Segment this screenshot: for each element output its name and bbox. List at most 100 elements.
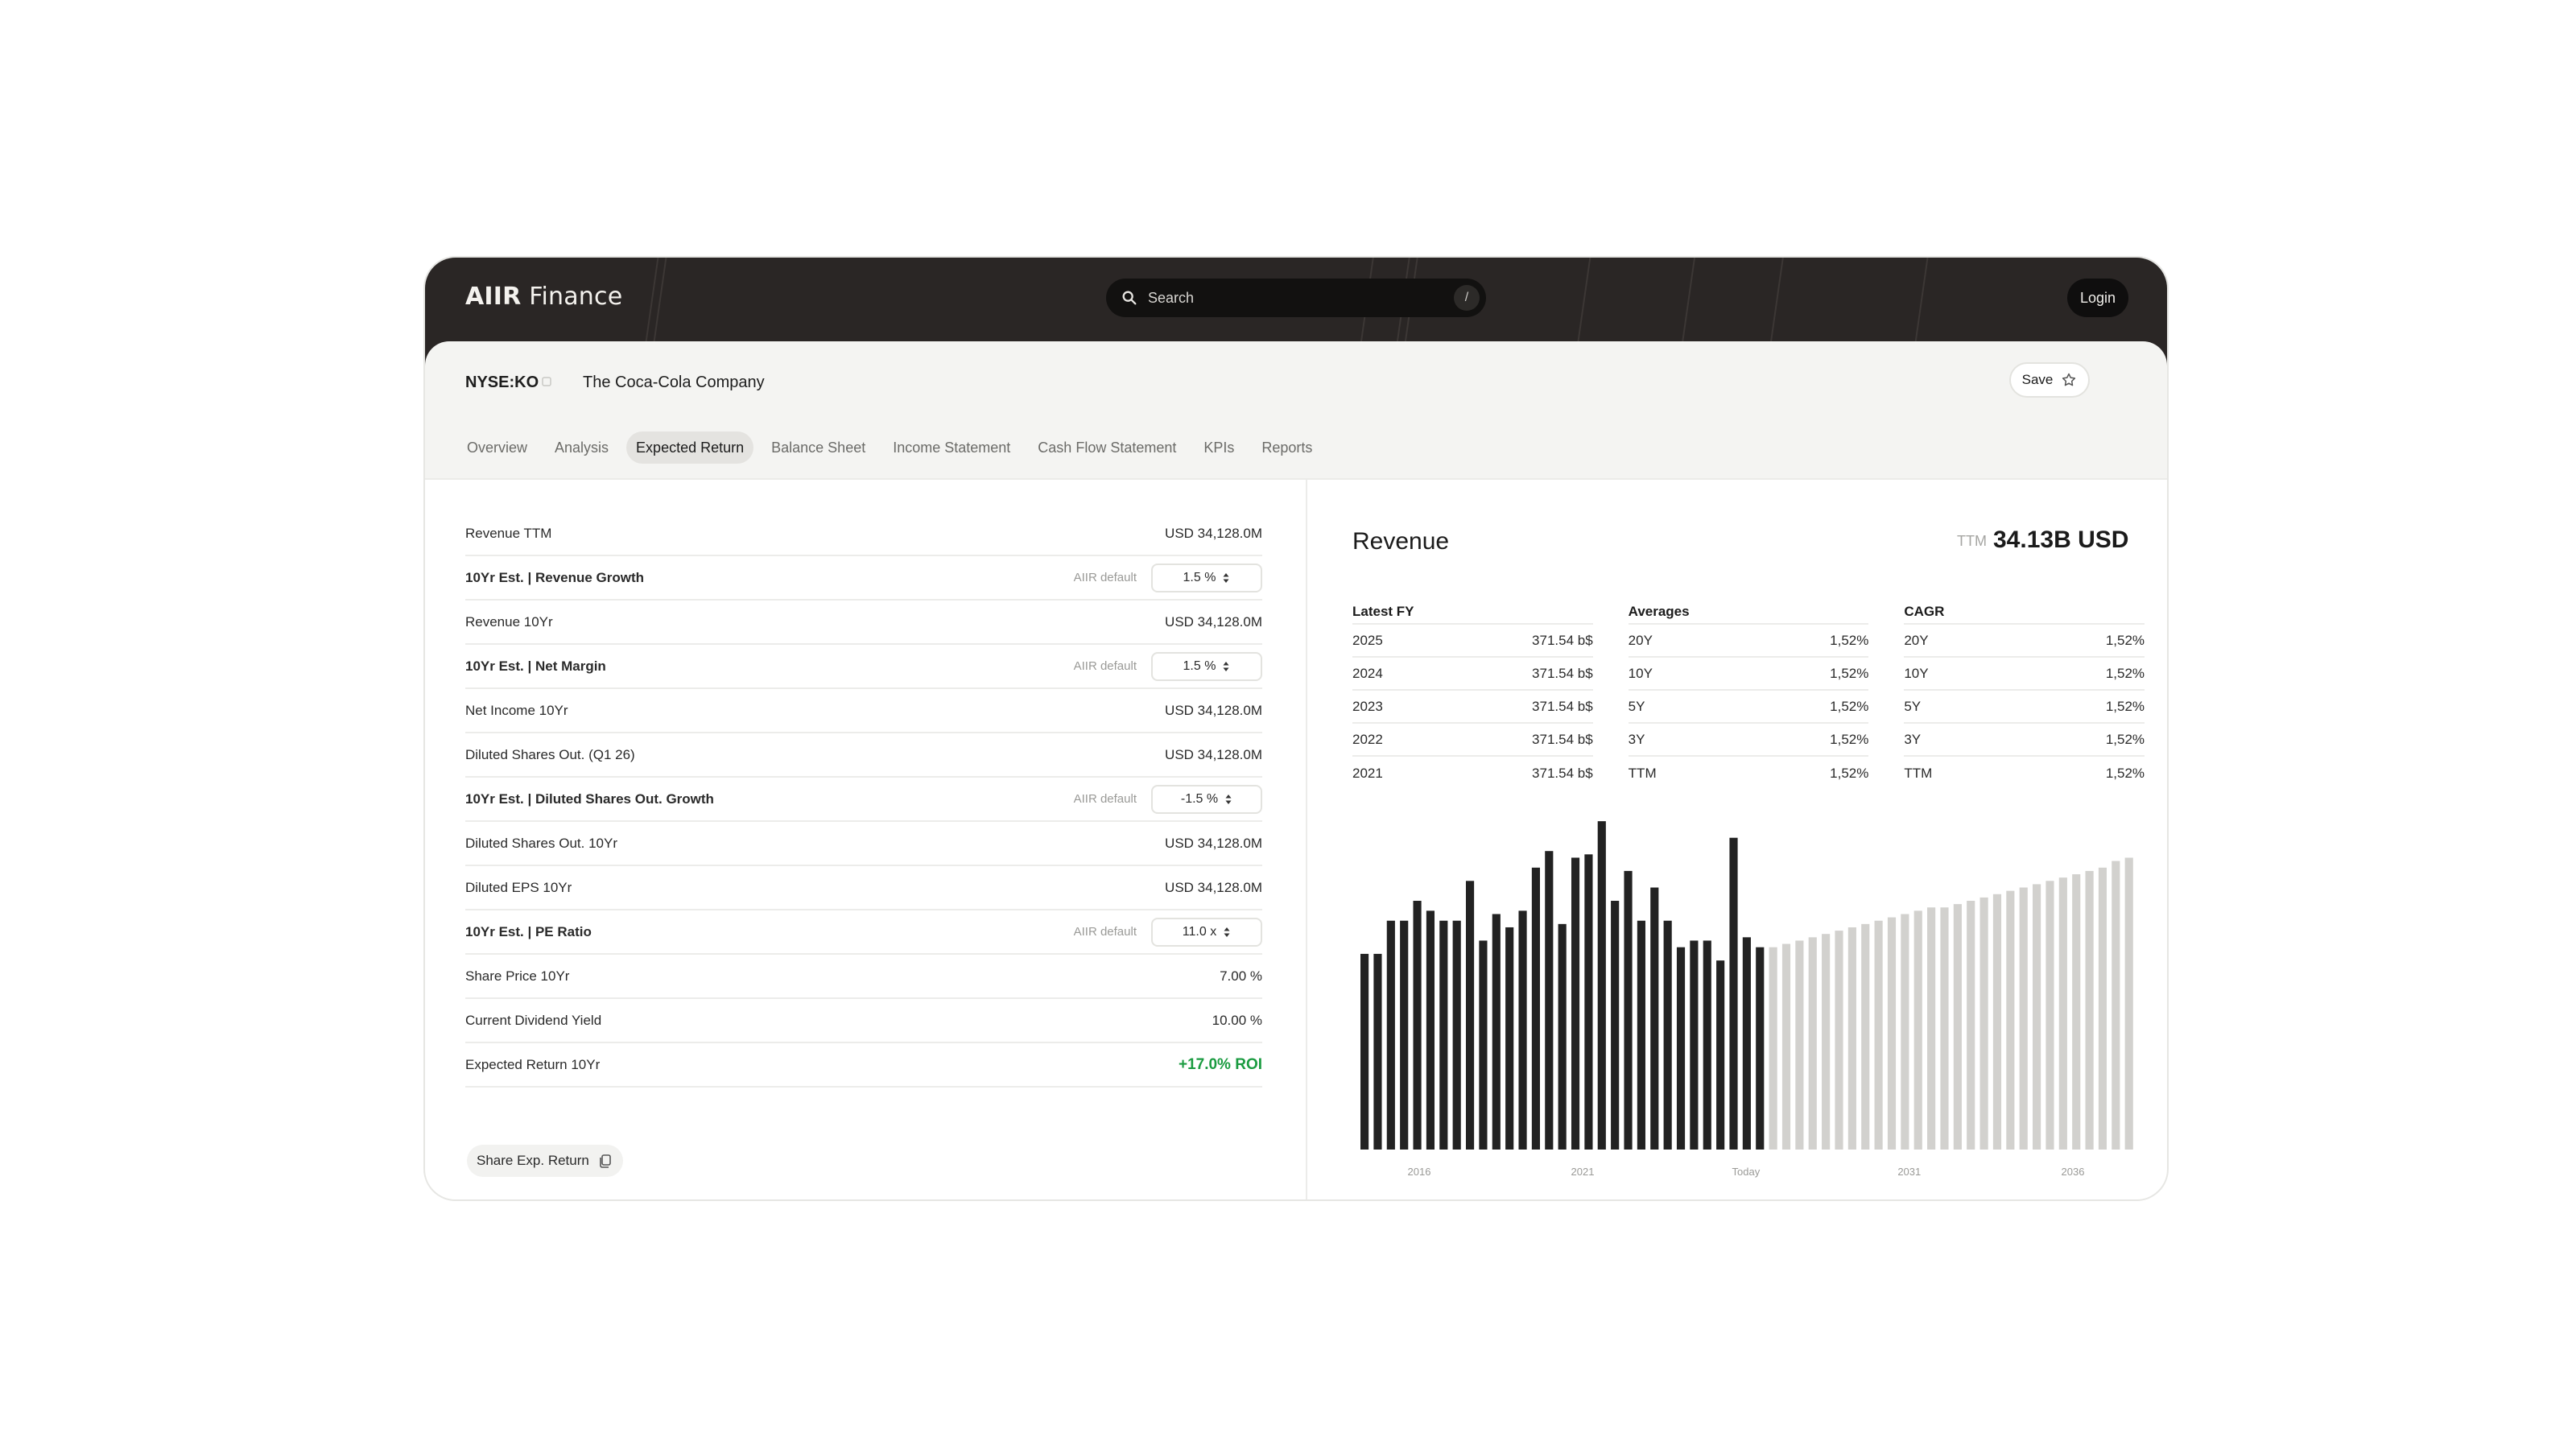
calc-row: Current Dividend Yield 10.00 % <box>465 999 1262 1043</box>
expected-return-panel: Revenue TTM USD 34,128.0M 10Yr Est. | Re… <box>425 480 1307 1199</box>
stat-row: 3Y 1,52% <box>1904 724 2145 757</box>
column-title: Latest FY <box>1352 601 1593 625</box>
row-value: USD 34,128.0M <box>1165 879 1262 895</box>
projected-revenue-bar <box>2006 890 2015 1150</box>
search-input[interactable]: Search / <box>1106 279 1486 317</box>
revenue-panel: Revenue TTM 34.13B USD Latest FY 2025 371… <box>1309 480 2167 1199</box>
shares-growth-stepper[interactable]: -1.5 % <box>1151 784 1262 814</box>
ttm-value: 34.13B USD <box>1993 526 2129 553</box>
historical-revenue-bar <box>1690 940 1699 1150</box>
stepper-value: 11.0 x <box>1182 924 1217 939</box>
row-value: USD 34,128.0M <box>1165 835 1262 851</box>
projected-revenue-bar <box>1927 907 1936 1150</box>
projected-revenue-bar <box>1781 943 1791 1150</box>
up-down-arrows-icon <box>1224 927 1230 937</box>
calc-row: 10Yr Est. | PE Ratio AIIR default 11.0 x <box>465 910 1262 955</box>
historical-revenue-bar <box>1531 867 1540 1150</box>
calc-row: Share Price 10Yr 7.00 % <box>465 955 1262 999</box>
calc-row: Expected Return 10Yr +17.0% ROI <box>465 1043 1262 1088</box>
row-label: Diluted Shares Out. 10Yr <box>465 835 617 851</box>
stat-key: 2022 <box>1352 731 1383 747</box>
tab-balance-sheet[interactable]: Balance Sheet <box>762 431 875 464</box>
tab-reports[interactable]: Reports <box>1252 431 1322 464</box>
row-value: USD 34,128.0M <box>1165 525 1262 541</box>
stat-row: 5Y 1,52% <box>1628 691 1869 724</box>
copy-ticker-icon[interactable] <box>541 376 552 387</box>
share-exp-return-button[interactable]: Share Exp. Return <box>467 1145 623 1177</box>
stat-value: 1,52% <box>1830 665 1869 681</box>
projected-revenue-bar <box>1887 917 1897 1150</box>
net-margin-stepper[interactable]: 1.5 % <box>1151 651 1262 681</box>
up-down-arrows-icon <box>1223 572 1229 583</box>
stat-key: 10Y <box>1628 665 1653 681</box>
default-label: AIIR default <box>1073 792 1137 806</box>
row-label: Diluted Shares Out. (Q1 26) <box>465 746 635 762</box>
stat-value: 371.54 b$ <box>1532 731 1593 747</box>
calc-row: Revenue 10Yr USD 34,128.0M <box>465 601 1262 645</box>
stat-key: 20Y <box>1628 632 1653 648</box>
stat-row: 5Y 1,52% <box>1904 691 2145 724</box>
row-label: Diluted EPS 10Yr <box>465 879 572 895</box>
calc-row: Net Income 10Yr USD 34,128.0M <box>465 689 1262 733</box>
share-label: Share Exp. Return <box>477 1153 589 1168</box>
stat-key: 20Y <box>1904 632 1929 648</box>
stat-key: 2021 <box>1352 765 1383 781</box>
stat-row: 10Y 1,52% <box>1628 658 1869 691</box>
tab-overview[interactable]: Overview <box>457 431 537 464</box>
historical-revenue-bar <box>1505 927 1514 1150</box>
tab-cash-flow-statement[interactable]: Cash Flow Statement <box>1028 431 1186 464</box>
stat-key: 3Y <box>1904 731 1922 747</box>
stat-row: 2024 371.54 b$ <box>1352 658 1593 691</box>
row-label: Revenue TTM <box>465 525 552 541</box>
stepper-value: 1.5 % <box>1183 570 1216 584</box>
stat-value: 1,52% <box>2105 632 2145 648</box>
historical-revenue-bar <box>1716 960 1725 1150</box>
stat-key: 2025 <box>1352 632 1383 648</box>
historical-revenue-bar <box>1492 914 1501 1150</box>
historical-revenue-bar <box>1597 821 1606 1150</box>
revenue-growth-stepper[interactable]: 1.5 % <box>1151 563 1262 592</box>
calc-table: Revenue TTM USD 34,128.0M 10Yr Est. | Re… <box>465 512 1262 1088</box>
stat-row: 2022 371.54 b$ <box>1352 724 1593 757</box>
login-button[interactable]: Login <box>2067 279 2128 317</box>
search-placeholder: Search <box>1148 289 1195 306</box>
stat-key: 2023 <box>1352 698 1383 714</box>
row-value: USD 34,128.0M <box>1165 702 1262 718</box>
company-name: The Coca-Cola Company <box>583 374 765 391</box>
tab-analysis[interactable]: Analysis <box>545 431 618 464</box>
historical-revenue-bar <box>1756 947 1765 1150</box>
row-value: USD 34,128.0M <box>1165 746 1262 762</box>
stepper-value: 1.5 % <box>1183 658 1216 673</box>
tab-kpis[interactable]: KPIs <box>1194 431 1244 464</box>
stat-value: 371.54 b$ <box>1532 698 1593 714</box>
stat-key: 10Y <box>1904 665 1929 681</box>
historical-revenue-bar <box>1426 910 1435 1150</box>
projected-revenue-bar <box>2072 874 2081 1150</box>
projected-revenue-bar <box>2033 884 2041 1150</box>
app-logo[interactable]: AIIR Finance <box>465 283 622 311</box>
up-down-arrows-icon <box>1225 794 1232 804</box>
tab-expected-return[interactable]: Expected Return <box>626 431 754 464</box>
calc-row: Revenue TTM USD 34,128.0M <box>465 512 1262 556</box>
projected-revenue-bar <box>1808 937 1817 1150</box>
historical-revenue-bar <box>1742 937 1751 1150</box>
stat-row: 20Y 1,52% <box>1904 625 2145 658</box>
revenue-stats: Latest FY 2025 371.54 b$ 2024 371.54 b$ 20… <box>1352 601 2145 790</box>
historical-revenue-bar <box>1545 851 1554 1150</box>
row-label: 10Yr Est. | Diluted Shares Out. Growth <box>465 791 714 807</box>
projected-revenue-bar <box>1861 923 1870 1150</box>
calc-row: Diluted Shares Out. (Q1 26) USD 34,128.0… <box>465 733 1262 778</box>
projected-revenue-bar <box>1979 897 1988 1150</box>
projected-revenue-bar <box>1847 927 1856 1150</box>
projected-revenue-bar <box>2112 861 2120 1150</box>
stat-value: 1,52% <box>1830 765 1869 781</box>
x-tick-label: 2036 <box>2062 1166 2085 1178</box>
revenue-bar-chart: 2016 2021 Today 2031 2036 <box>1360 821 2133 1178</box>
stat-row: 10Y 1,52% <box>1904 658 2145 691</box>
pe-ratio-stepper[interactable]: 11.0 x <box>1151 917 1262 947</box>
row-label: Share Price 10Yr <box>465 968 570 984</box>
tab-income-statement[interactable]: Income Statement <box>883 431 1020 464</box>
x-tick-label: 2016 <box>1408 1166 1431 1178</box>
projected-revenue-bar <box>2085 870 2094 1150</box>
save-button[interactable]: Save <box>2009 362 2090 398</box>
